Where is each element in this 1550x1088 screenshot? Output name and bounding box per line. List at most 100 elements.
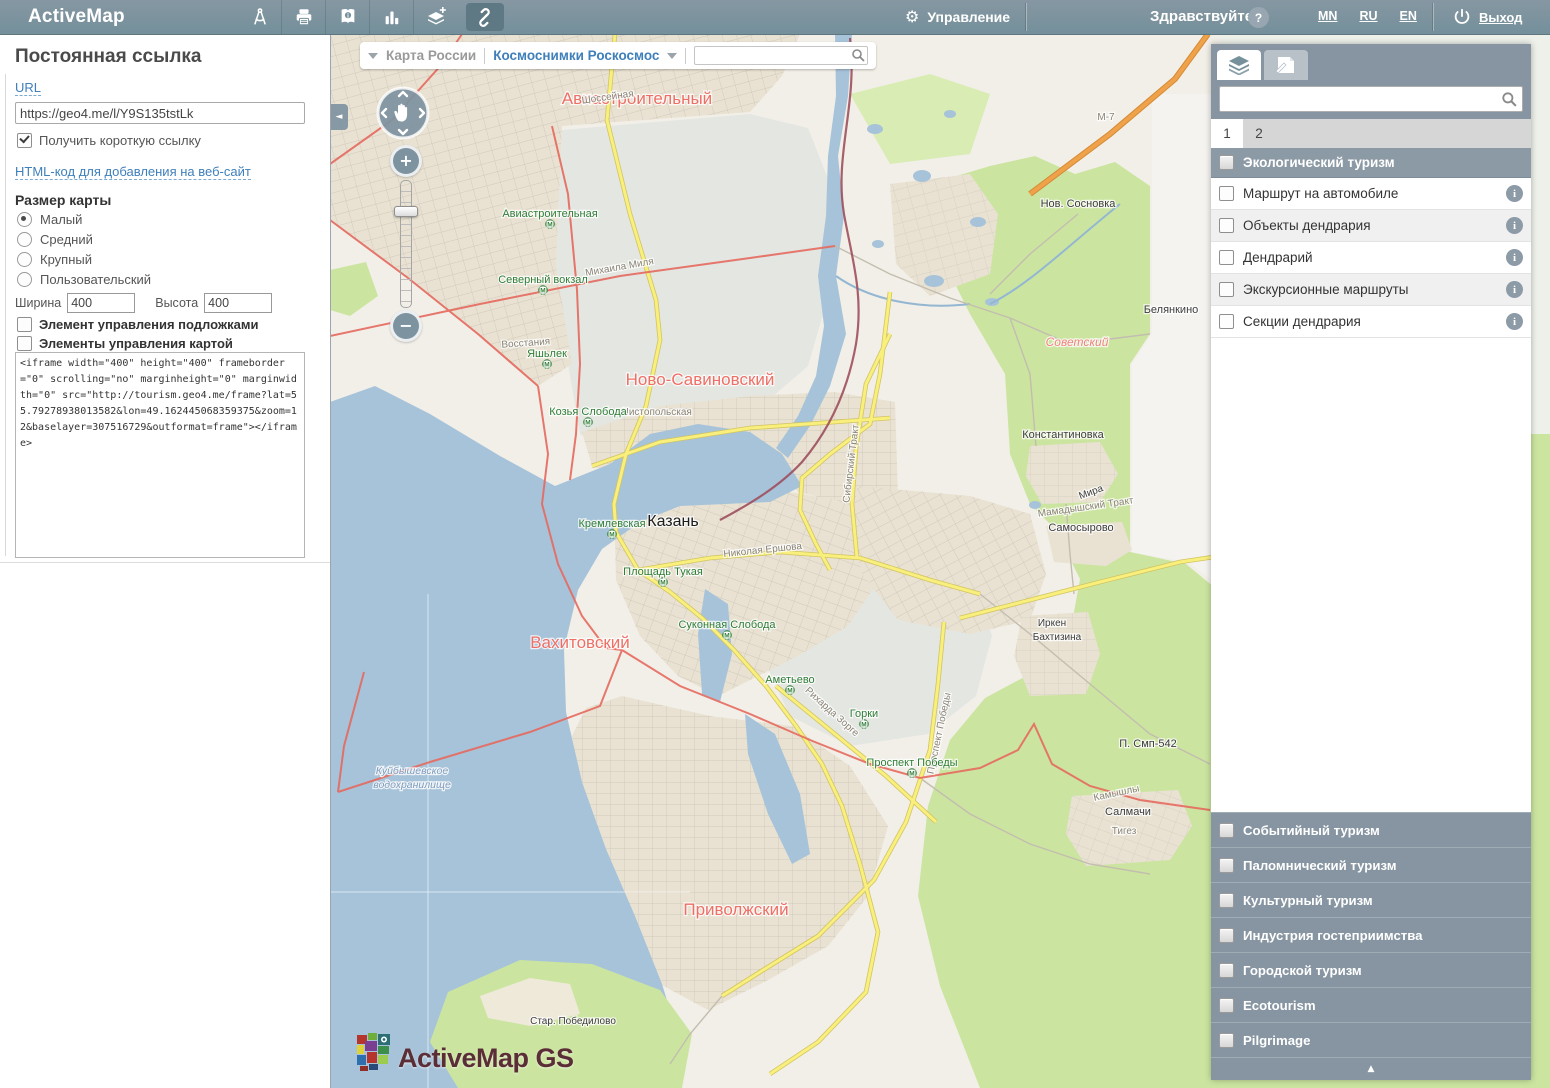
logout-button[interactable]: Выход [1452,0,1522,34]
layer-checkbox[interactable] [1219,282,1234,297]
layer-item[interactable]: Секции дендрария i [1211,306,1531,338]
height-label: Высота [155,296,198,310]
section-divider [0,562,330,563]
map-controls-row[interactable]: Элементы управления картой [17,336,233,351]
short-link-checkbox[interactable] [17,133,32,148]
layer-checkbox[interactable] [1219,218,1234,233]
svg-text:Нов. Сосновка: Нов. Сосновка [1041,198,1117,210]
layer-group-collapsed[interactable]: Ecotourism [1211,987,1531,1022]
radio-large[interactable] [17,252,32,267]
svg-text:М: М [660,580,665,587]
collapse-left-panel-button[interactable]: ◄ [330,104,348,130]
lang-mn[interactable]: MN [1318,9,1337,23]
info-icon[interactable]: i [1506,249,1523,266]
info-icon[interactable]: i [1506,281,1523,298]
layer-checkbox[interactable] [1219,250,1234,265]
layer-group-collapsed[interactable]: Событийный туризм [1211,812,1531,847]
svg-text:Ново-Савиновский: Ново-Савиновский [626,370,775,389]
short-link-checkbox-row[interactable]: Получить короткую ссылку [17,133,201,148]
svg-text:Северный вокзал: Северный вокзал [498,274,588,286]
zoom-slider[interactable] [397,180,415,306]
basemap-option-russia[interactable]: Карта России [386,48,476,63]
svg-text:Аметьево: Аметьево [765,674,814,686]
layer-checkbox[interactable] [1219,314,1234,329]
width-input[interactable] [67,293,135,313]
add-layers-icon[interactable] [413,0,457,34]
info-icon[interactable]: i [1506,185,1523,202]
layer-group-collapsed[interactable]: Индустрия гостеприимства [1211,917,1531,952]
layer-item[interactable]: Дендрарий i [1211,242,1531,274]
height-input[interactable] [204,293,272,313]
zoom-in-button[interactable]: + [390,145,422,177]
zoom-slider-track[interactable] [400,180,412,308]
app-logo[interactable]: ActiveMap [28,6,125,28]
group-checkbox[interactable] [1219,1033,1234,1048]
map-search-input[interactable] [694,46,868,65]
lang-ru[interactable]: RU [1359,9,1377,23]
svg-text:М: М [585,420,590,427]
pan-control[interactable] [376,86,430,140]
svg-text:Кремлевская: Кремлевская [578,518,645,530]
group-checkbox[interactable] [1219,858,1234,873]
size-option-custom[interactable]: Пользовательский [17,272,151,287]
page-1-button[interactable]: 1 [1211,119,1243,148]
layer-group-collapsed[interactable]: Pilgrimage [1211,1022,1531,1057]
baselayer-control-checkbox[interactable] [17,317,32,332]
svg-text:Авиастроительная: Авиастроительная [502,208,597,220]
svg-text:М: М [544,362,549,369]
layers-search-input[interactable] [1219,86,1523,112]
management-button[interactable]: ⚙ Управление [905,0,1010,34]
guide-icon[interactable]: i [325,0,369,34]
group-checkbox[interactable] [1219,998,1234,1013]
basemap-option-roscosmos[interactable]: Космоснимки Роскосмос [493,48,659,63]
measure-icon[interactable] [238,0,281,34]
chevron-down-icon[interactable] [368,53,378,59]
chevron-down-icon[interactable] [667,53,677,59]
tab-layers[interactable] [1217,50,1261,80]
size-option-large[interactable]: Крупный [17,252,92,267]
tab-legend[interactable] [1264,50,1308,80]
layer-item[interactable]: Объекты дендрария i [1211,210,1531,242]
print-icon[interactable] [281,0,325,34]
svg-text:Тигез: Тигез [1112,826,1137,837]
radio-custom[interactable] [17,272,32,287]
layer-item[interactable]: Маршрут на автомобиле i [1211,178,1531,210]
group-checkbox[interactable] [1219,155,1234,170]
map-controls-checkbox[interactable] [17,336,32,351]
group-checkbox[interactable] [1219,823,1234,838]
svg-text:Салмачи: Салмачи [1105,806,1151,818]
layer-group-collapsed[interactable]: Культурный туризм [1211,882,1531,917]
layer-checkbox[interactable] [1219,186,1234,201]
radio-medium[interactable] [17,232,32,247]
search-icon [851,48,865,62]
layer-group-collapsed[interactable]: Городской туризм [1211,952,1531,987]
svg-text:Куйбышевское: Куйбышевское [376,765,449,777]
group-checkbox[interactable] [1219,928,1234,943]
svg-text:М: М [787,688,792,695]
layer-group-expanded[interactable]: Экологический туризм [1211,148,1531,178]
size-option-small[interactable]: Малый [17,212,82,227]
group-checkbox[interactable] [1219,893,1234,908]
size-option-medium[interactable]: Средний [17,232,93,247]
layer-group-collapsed[interactable]: Паломнический туризм [1211,847,1531,882]
lang-en[interactable]: EN [1400,9,1417,23]
help-button[interactable]: ? [1248,7,1269,28]
url-link[interactable]: URL [15,80,41,96]
html-code-link[interactable]: HTML-код для добавления на веб-сайт [15,164,251,180]
stats-icon[interactable] [369,0,413,34]
zoom-out-button[interactable]: − [390,310,422,342]
group-checkbox[interactable] [1219,963,1234,978]
info-icon[interactable]: i [1506,217,1523,234]
permalink-icon[interactable] [463,0,506,34]
url-input[interactable] [15,102,305,124]
basemap-bar: Карта России Космоснимки Роскосмос [360,42,876,69]
activemap-gs-logo: ActiveMap GS [356,1032,574,1072]
iframe-code-textarea[interactable]: <iframe width="400" height="400" framebo… [15,352,305,558]
info-icon[interactable]: i [1506,313,1523,330]
baselayer-control-row[interactable]: Элемент управления подложками [17,317,258,332]
page-2-button[interactable]: 2 [1243,119,1275,148]
zoom-slider-handle[interactable] [394,206,418,217]
panel-collapse-button[interactable]: ▲ [1211,1057,1531,1080]
layer-item[interactable]: Экскурсионные маршруты i [1211,274,1531,306]
radio-small[interactable] [17,212,32,227]
